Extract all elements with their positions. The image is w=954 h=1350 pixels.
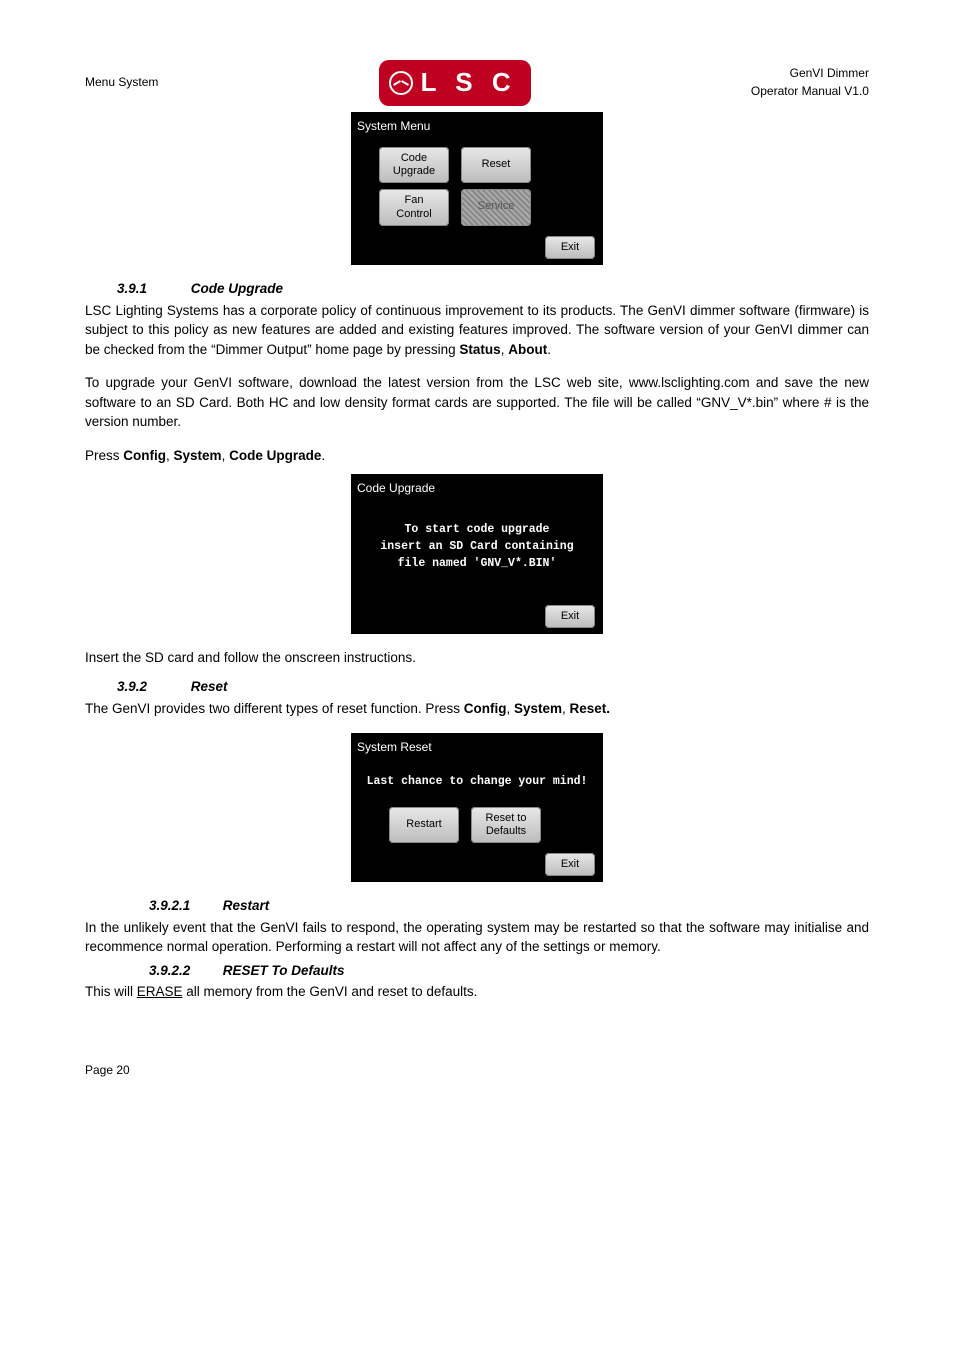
sec391-press: Press Config, System, Code Upgrade. [85,446,869,466]
system-menu-screen: System Menu Code Upgrade Reset Fan Contr… [351,112,603,265]
fan-control-button[interactable]: Fan Control [379,189,449,225]
sec391-para2: To upgrade your GenVI software, download… [85,373,869,432]
bold-status: Status [459,342,500,357]
text: Press [85,448,123,463]
sec3921-para: In the unlikely event that the GenVI fai… [85,918,869,957]
section-title: Reset [191,679,228,694]
header-left: Menu System [85,74,158,91]
code-upgrade-screen: Code Upgrade To start code upgrade inser… [351,474,603,634]
screen-row-2: Fan Control Service [379,189,575,225]
btn-line2: Defaults [486,825,526,837]
btn-line1: Reset to [486,812,527,824]
btn-line2: Upgrade [393,165,435,177]
btn-line1: Code [401,152,427,164]
text: The GenVI provides two different types o… [85,701,464,716]
section-3-9-2-2-heading: 3.9.2.2 RESET To Defaults [149,961,869,981]
screen-row-1: Code Upgrade Reset [379,147,575,183]
bold-reset: Reset. [570,701,611,716]
bold-config: Config [464,701,507,716]
sep: , [562,701,570,716]
btn-line1: Fan [405,194,424,206]
lsc-logo: L S C [379,60,531,106]
section-3-9-2-heading: 3.9.2 Reset [117,677,869,697]
msg-line3: file named 'GNV_V*.BIN' [398,557,557,570]
sep: , [166,448,174,463]
section-3-9-2-1-heading: 3.9.2.1 Restart [149,896,869,916]
page-header: Menu System L S C GenVI Dimmer Operator … [85,60,869,106]
bold-code-upgrade: Code Upgrade [229,448,321,463]
reset-button[interactable]: Reset [461,147,531,183]
screen-title: System Reset [355,737,599,762]
msg-line2: insert an SD Card containing [380,540,573,553]
header-right-line2: Operator Manual V1.0 [751,84,869,98]
reset-to-defaults-button[interactable]: Reset to Defaults [471,807,541,843]
section-title: Code Upgrade [191,281,283,296]
end: . [547,342,551,357]
code-upgrade-button[interactable]: Code Upgrade [379,147,449,183]
after-screen2-text: Insert the SD card and follow the onscre… [85,648,869,668]
sec391-para1: LSC Lighting Systems has a corporate pol… [85,301,869,360]
sep: , [506,701,514,716]
restart-button[interactable]: Restart [389,807,459,843]
section-number: 3.9.2.1 [149,896,219,916]
screen-message: To start code upgrade insert an SD Card … [355,503,599,595]
section-title: Restart [223,898,270,913]
header-right-line1: GenVI Dimmer [790,66,869,80]
page-footer: Page 20 [85,1062,869,1079]
end: . [321,448,325,463]
sec392-para: The GenVI provides two different types o… [85,699,869,719]
system-reset-screen: System Reset Last chance to change your … [351,733,603,883]
exit-button[interactable]: Exit [545,236,595,259]
service-button-disabled: Service [461,189,531,225]
bold-config: Config [123,448,166,463]
btn-line2: Control [396,208,431,220]
section-3-9-1-heading: 3.9.1 Code Upgrade [117,279,869,299]
bold-system: System [514,701,562,716]
msg-line1: To start code upgrade [405,523,550,536]
sec3922-para: This will ERASE all memory from the GenV… [85,982,869,1002]
bold-about: About [508,342,547,357]
logo-icon [389,71,413,95]
underline-erase: ERASE [137,984,183,999]
sep: , [222,448,230,463]
exit-button[interactable]: Exit [545,605,595,628]
screen-row: Restart Reset to Defaults [389,807,575,843]
section-title: RESET To Defaults [223,963,345,978]
section-number: 3.9.1 [117,279,187,299]
text: This will [85,984,137,999]
header-right: GenVI Dimmer Operator Manual V1.0 [751,65,869,100]
screen-title: Code Upgrade [355,478,599,503]
section-number: 3.9.2.2 [149,961,219,981]
logo-text: L S C [421,64,517,102]
exit-row: Exit [359,605,595,628]
screen-message: Last chance to change your mind! [355,762,599,801]
text: all memory from the GenVI and reset to d… [183,984,478,999]
exit-row: Exit [359,853,595,876]
exit-button[interactable]: Exit [545,853,595,876]
section-number: 3.9.2 [117,677,187,697]
screen-title: System Menu [355,116,599,141]
bold-system: System [174,448,222,463]
exit-row: Exit [359,236,595,259]
